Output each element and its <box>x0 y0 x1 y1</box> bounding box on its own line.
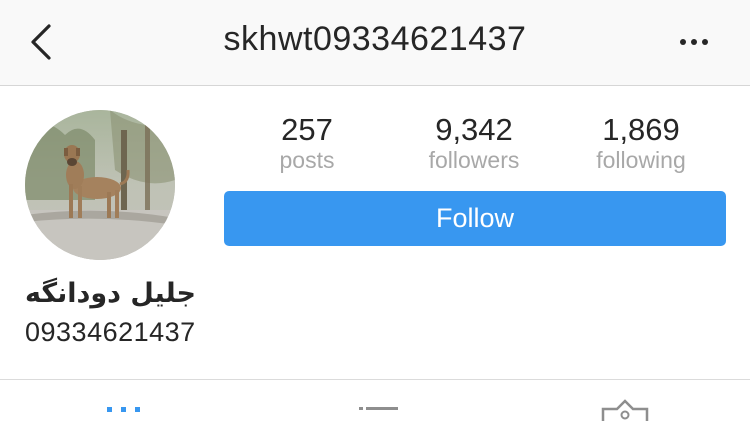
followers-count: 9,342 <box>435 112 513 147</box>
more-options-button[interactable] <box>676 28 712 56</box>
posts-label: posts <box>279 147 335 173</box>
top-nav-bar: skhwt09334621437 <box>0 0 750 86</box>
following-stat[interactable]: 1,869 following <box>566 112 716 174</box>
posts-count: 257 <box>281 112 333 147</box>
more-horizontal-icon <box>680 39 708 45</box>
follow-button[interactable]: Follow <box>224 191 726 246</box>
tab-tagged[interactable] <box>595 395 655 421</box>
list-icon <box>359 407 398 410</box>
tab-list[interactable] <box>345 395 405 421</box>
tab-grid[interactable] <box>94 395 154 421</box>
tagged-icon <box>601 399 649 421</box>
section-divider <box>0 379 750 380</box>
followers-label: followers <box>428 147 520 173</box>
profile-username-title: skhwt09334621437 <box>223 20 527 58</box>
profile-bio: 09334621437 <box>25 317 196 347</box>
following-count: 1,869 <box>602 112 680 147</box>
following-label: following <box>596 147 686 173</box>
followers-stat[interactable]: 9,342 followers <box>399 112 549 174</box>
profile-avatar[interactable] <box>25 110 175 260</box>
grid-icon <box>107 407 140 412</box>
dog-photo <box>25 110 175 260</box>
posts-stat[interactable]: 257 posts <box>232 112 382 174</box>
profile-full-name: جلیل دودانگه <box>25 278 196 309</box>
